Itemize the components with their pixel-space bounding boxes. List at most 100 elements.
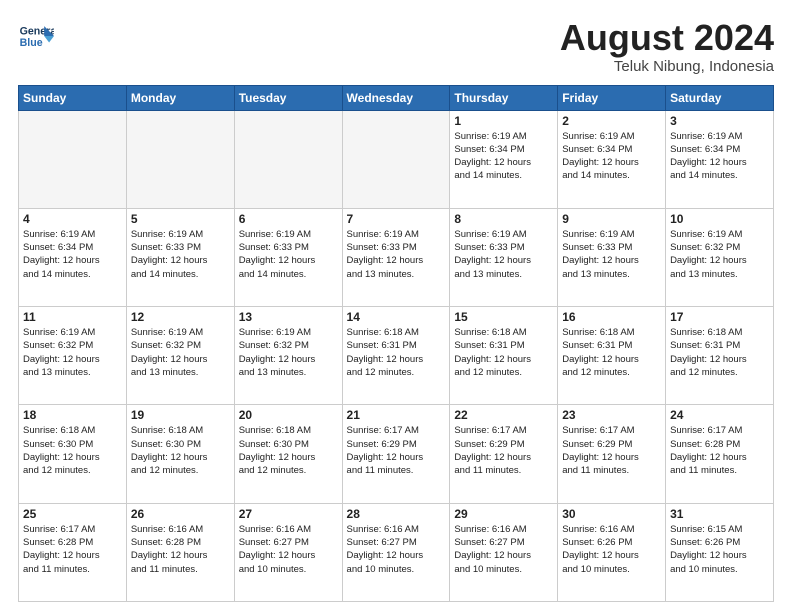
day-number: 26 [131,507,230,521]
day-number: 19 [131,408,230,422]
calendar-cell: 11 Sunrise: 6:19 AM Sunset: 6:32 PM Dayli… [19,307,127,405]
day-number: 15 [454,310,553,324]
day-number: 30 [562,507,661,521]
day-info: Sunrise: 6:15 AM Sunset: 6:26 PM Dayligh… [670,523,769,576]
calendar-cell: 7 Sunrise: 6:19 AM Sunset: 6:33 PM Daylig… [342,208,450,306]
calendar-table: SundayMondayTuesdayWednesdayThursdayFrid… [18,85,774,602]
day-number: 23 [562,408,661,422]
day-number: 18 [23,408,122,422]
weekday-header-row: SundayMondayTuesdayWednesdayThursdayFrid… [19,85,774,110]
calendar-cell: 16Sunrise: 6:18 AM Sunset: 6:31 PM Dayli… [558,307,666,405]
day-number: 17 [670,310,769,324]
calendar-cell: 12Sunrise: 6:19 AM Sunset: 6:32 PM Dayli… [126,307,234,405]
week-row-2: 4 Sunrise: 6:19 AM Sunset: 6:34 PM Daylig… [19,208,774,306]
week-row-1: 1 Sunrise: 6:19 AM Sunset: 6:34 PM Daylig… [19,110,774,208]
weekday-header-saturday: Saturday [666,85,774,110]
day-number: 11 [23,310,122,324]
day-info: Sunrise: 6:19 AM Sunset: 6:34 PM Dayligh… [670,130,769,183]
calendar-cell [126,110,234,208]
weekday-header-thursday: Thursday [450,85,558,110]
day-number: 22 [454,408,553,422]
day-number: 31 [670,507,769,521]
day-number: 2 [562,114,661,128]
weekday-header-sunday: Sunday [19,85,127,110]
calendar-cell: 17 Sunrise: 6:18 AM Sunset: 6:31 PM Dayli… [666,307,774,405]
day-info: Sunrise: 6:18 AM Sunset: 6:30 PM Dayligh… [23,424,122,477]
calendar-cell: 2 Sunrise: 6:19 AM Sunset: 6:34 PM Daylig… [558,110,666,208]
location: Teluk Nibung, Indonesia [560,58,774,75]
weekday-header-friday: Friday [558,85,666,110]
day-number: 13 [239,310,338,324]
calendar-cell: 31 Sunrise: 6:15 AM Sunset: 6:26 PM Dayli… [666,503,774,601]
calendar-cell [19,110,127,208]
calendar-cell: 3 Sunrise: 6:19 AM Sunset: 6:34 PM Daylig… [666,110,774,208]
day-info: Sunrise: 6:16 AM Sunset: 6:27 PM Dayligh… [239,523,338,576]
day-info: Sunrise: 6:19 AM Sunset: 6:32 PM Dayligh… [239,326,338,379]
week-row-4: 18 Sunrise: 6:18 AM Sunset: 6:30 PM Dayli… [19,405,774,503]
day-number: 6 [239,212,338,226]
day-number: 9 [562,212,661,226]
page: General Blue August 2024 Teluk Nibung, I… [0,0,792,612]
calendar-cell: 28 Sunrise: 6:16 AM Sunset: 6:27 PM Dayli… [342,503,450,601]
day-info: Sunrise: 6:16 AM Sunset: 6:27 PM Dayligh… [347,523,446,576]
week-row-3: 11 Sunrise: 6:19 AM Sunset: 6:32 PM Dayli… [19,307,774,405]
day-info: Sunrise: 6:19 AM Sunset: 6:33 PM Dayligh… [347,228,446,281]
calendar-cell: 29Sunrise: 6:16 AM Sunset: 6:27 PM Dayli… [450,503,558,601]
calendar-cell [342,110,450,208]
title-area: August 2024 Teluk Nibung, Indonesia [560,18,774,75]
calendar-cell: 13 Sunrise: 6:19 AM Sunset: 6:32 PM Dayli… [234,307,342,405]
day-info: Sunrise: 6:18 AM Sunset: 6:31 PM Dayligh… [454,326,553,379]
day-number: 21 [347,408,446,422]
calendar-cell: 9 Sunrise: 6:19 AM Sunset: 6:33 PM Daylig… [558,208,666,306]
calendar-cell: 1 Sunrise: 6:19 AM Sunset: 6:34 PM Daylig… [450,110,558,208]
day-number: 1 [454,114,553,128]
day-info: Sunrise: 6:18 AM Sunset: 6:31 PM Dayligh… [347,326,446,379]
calendar-cell: 22 Sunrise: 6:17 AM Sunset: 6:29 PM Dayli… [450,405,558,503]
day-info: Sunrise: 6:18 AM Sunset: 6:30 PM Dayligh… [239,424,338,477]
calendar-cell: 19 Sunrise: 6:18 AM Sunset: 6:30 PM Dayli… [126,405,234,503]
calendar-cell: 4 Sunrise: 6:19 AM Sunset: 6:34 PM Daylig… [19,208,127,306]
calendar-cell: 6Sunrise: 6:19 AM Sunset: 6:33 PM Daylig… [234,208,342,306]
day-number: 10 [670,212,769,226]
logo-icon: General Blue [18,18,54,54]
day-number: 28 [347,507,446,521]
day-info: Sunrise: 6:17 AM Sunset: 6:29 PM Dayligh… [562,424,661,477]
day-info: Sunrise: 6:19 AM Sunset: 6:34 PM Dayligh… [23,228,122,281]
day-number: 24 [670,408,769,422]
svg-text:Blue: Blue [20,37,43,49]
calendar-cell: 14 Sunrise: 6:18 AM Sunset: 6:31 PM Dayli… [342,307,450,405]
weekday-header-tuesday: Tuesday [234,85,342,110]
day-info: Sunrise: 6:19 AM Sunset: 6:34 PM Dayligh… [562,130,661,183]
day-info: Sunrise: 6:19 AM Sunset: 6:34 PM Dayligh… [454,130,553,183]
calendar-cell: 15 Sunrise: 6:18 AM Sunset: 6:31 PM Dayli… [450,307,558,405]
day-info: Sunrise: 6:18 AM Sunset: 6:30 PM Dayligh… [131,424,230,477]
day-info: Sunrise: 6:16 AM Sunset: 6:26 PM Dayligh… [562,523,661,576]
day-number: 25 [23,507,122,521]
day-info: Sunrise: 6:18 AM Sunset: 6:31 PM Dayligh… [670,326,769,379]
day-number: 3 [670,114,769,128]
day-number: 16 [562,310,661,324]
day-info: Sunrise: 6:19 AM Sunset: 6:33 PM Dayligh… [562,228,661,281]
day-number: 4 [23,212,122,226]
day-info: Sunrise: 6:17 AM Sunset: 6:29 PM Dayligh… [454,424,553,477]
calendar-cell: 26 Sunrise: 6:16 AM Sunset: 6:28 PM Dayli… [126,503,234,601]
day-info: Sunrise: 6:17 AM Sunset: 6:29 PM Dayligh… [347,424,446,477]
calendar-cell: 25 Sunrise: 6:17 AM Sunset: 6:28 PM Dayli… [19,503,127,601]
calendar-cell: 27Sunrise: 6:16 AM Sunset: 6:27 PM Dayli… [234,503,342,601]
day-info: Sunrise: 6:16 AM Sunset: 6:28 PM Dayligh… [131,523,230,576]
day-number: 7 [347,212,446,226]
day-info: Sunrise: 6:17 AM Sunset: 6:28 PM Dayligh… [670,424,769,477]
logo: General Blue [18,18,54,54]
calendar-cell: 10Sunrise: 6:19 AM Sunset: 6:32 PM Dayli… [666,208,774,306]
calendar-cell: 5Sunrise: 6:19 AM Sunset: 6:33 PM Daylig… [126,208,234,306]
day-info: Sunrise: 6:19 AM Sunset: 6:32 PM Dayligh… [131,326,230,379]
day-number: 20 [239,408,338,422]
day-info: Sunrise: 6:19 AM Sunset: 6:33 PM Dayligh… [131,228,230,281]
month-title: August 2024 [560,18,774,58]
weekday-header-monday: Monday [126,85,234,110]
day-info: Sunrise: 6:17 AM Sunset: 6:28 PM Dayligh… [23,523,122,576]
day-info: Sunrise: 6:19 AM Sunset: 6:32 PM Dayligh… [23,326,122,379]
day-number: 14 [347,310,446,324]
calendar-cell: 24 Sunrise: 6:17 AM Sunset: 6:28 PM Dayli… [666,405,774,503]
day-info: Sunrise: 6:19 AM Sunset: 6:33 PM Dayligh… [454,228,553,281]
